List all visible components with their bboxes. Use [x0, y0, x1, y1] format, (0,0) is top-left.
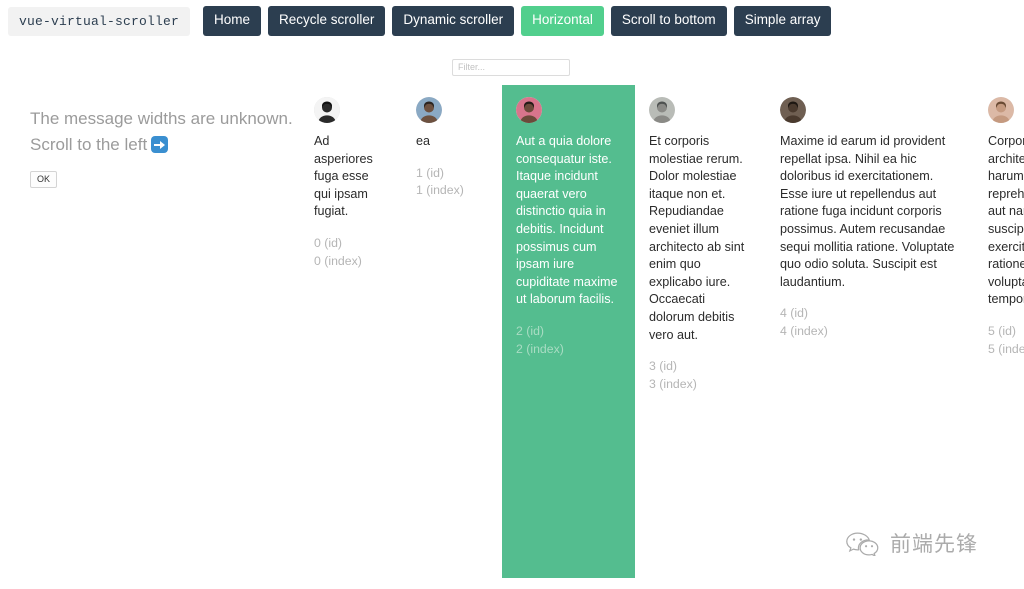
item-id-label: 1 (id): [416, 165, 445, 180]
item-id-label: 2 (id): [516, 323, 545, 338]
watermark-text: 前端先锋: [890, 532, 978, 556]
page-root: vue-virtual-scroller Home Recycle scrolle…: [0, 0, 1024, 589]
item-index-label: 1 (index): [416, 183, 464, 198]
item-id-label: 3 (id): [649, 359, 678, 374]
item-index-label: 4 (index): [780, 323, 828, 338]
filter-input[interactable]: [452, 58, 570, 76]
intro-line-2-row: Scroll to the left: [30, 132, 285, 158]
item-id-label: 4 (id): [780, 306, 809, 321]
item-id-label: 5 (id): [988, 323, 1017, 338]
avatar: [780, 97, 806, 123]
item-meta: 0 (id) 0 (index): [314, 235, 388, 270]
nav-link-recycle-scroller[interactable]: Recycle scroller: [268, 6, 386, 36]
intro-block: The message widths are unknown. Scroll t…: [30, 106, 293, 188]
item-message: Et corporis molestiae rerum. Dolor moles…: [649, 134, 745, 342]
item-message: ea: [416, 134, 431, 148]
item-index-label: 0 (index): [314, 253, 362, 268]
filter-container: [452, 57, 570, 76]
scroller-item[interactable]: Corporis nihil architecto harum a repreh…: [974, 85, 1024, 578]
scroller-item[interactable]: Et corporis molestiae rerum. Dolor moles…: [635, 85, 766, 578]
avatar: [516, 97, 542, 123]
nav-link-dynamic-scroller[interactable]: Dynamic scroller: [392, 6, 515, 36]
intro-line-2: Scroll to the left: [30, 135, 148, 154]
item-index-label: 2 (index): [516, 341, 564, 356]
item-message: Corporis nihil architecto harum a repreh…: [988, 134, 1024, 307]
item-meta: 3 (id) 3 (index): [649, 358, 752, 393]
item-index-label: 3 (index): [649, 376, 697, 391]
ok-button[interactable]: OK: [30, 171, 58, 188]
brand-label: vue-virtual-scroller: [8, 6, 191, 36]
scroller-item[interactable]: Aut a quia dolore consequatur iste. Itaq…: [502, 85, 635, 578]
item-meta: 1 (id) 1 (index): [416, 165, 488, 200]
nav-link-horizontal[interactable]: Horizontal: [521, 6, 604, 36]
avatar: [988, 97, 1014, 123]
avatar: [314, 97, 340, 123]
scroller-item[interactable]: Maxime id earum id provident repellat ip…: [766, 85, 974, 578]
avatar: [649, 97, 675, 123]
item-message: Aut a quia dolore consequatur iste. Itaq…: [516, 134, 618, 307]
wechat-icon: [845, 530, 881, 558]
scroller-track: Ad asperiores fuga esse qui ipsam fugiat…: [290, 85, 1024, 581]
item-message: Ad asperiores fuga esse qui ipsam fugiat…: [314, 134, 373, 219]
nav-link-simple-array[interactable]: Simple array: [733, 6, 832, 36]
right-arrow-icon: [151, 136, 169, 153]
avatar: [416, 97, 442, 123]
nav-links: Home Recycle scroller Dynamic scroller Hori…: [203, 6, 832, 36]
horizontal-scroller[interactable]: Ad asperiores fuga esse qui ipsam fugiat…: [290, 85, 1024, 581]
navbar: vue-virtual-scroller Home Recycle scrolle…: [0, 0, 1024, 42]
item-meta: 2 (id) 2 (index): [516, 323, 621, 358]
item-message: Maxime id earum id provident repellat ip…: [780, 134, 955, 289]
nav-link-home[interactable]: Home: [203, 6, 262, 36]
item-id-label: 0 (id): [314, 235, 343, 250]
item-meta: 4 (id) 4 (index): [780, 305, 960, 340]
watermark: 前端先锋: [845, 528, 978, 558]
scroller-item[interactable]: Ad asperiores fuga esse qui ipsam fugiat…: [300, 85, 402, 578]
item-index-label: 5 (index): [988, 341, 1024, 356]
intro-line-1: The message widths are unknown.: [30, 109, 293, 128]
scroller-item[interactable]: ea 1 (id) 1 (index): [402, 85, 502, 578]
item-meta: 5 (id) 5 (index): [988, 323, 1024, 358]
nav-link-scroll-to-bottom[interactable]: Scroll to bottom: [610, 6, 727, 36]
